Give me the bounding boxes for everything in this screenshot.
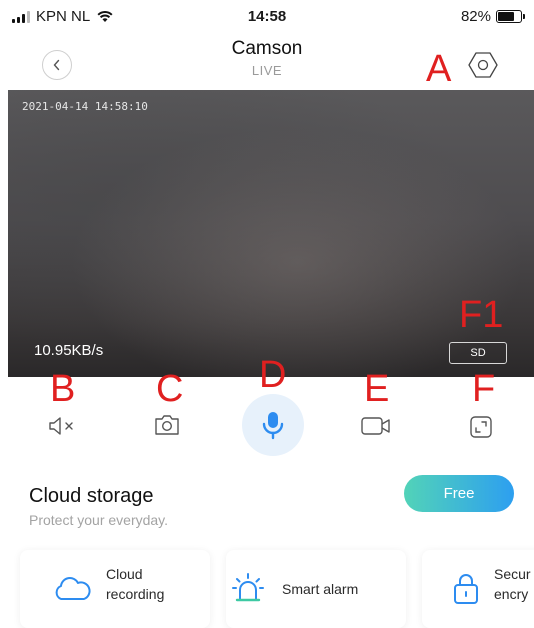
feature-card-cloud-recording[interactable]: Cloud recording — [20, 550, 210, 628]
record-button[interactable] — [358, 412, 394, 440]
lock-icon — [454, 574, 478, 604]
microphone-icon — [262, 412, 284, 440]
feature-label-line1: Secur — [494, 566, 531, 582]
fullscreen-icon — [470, 416, 492, 438]
feature-label-line2: recording — [106, 586, 165, 602]
snapshot-button[interactable] — [150, 410, 184, 440]
camera-icon — [155, 415, 179, 435]
mute-button[interactable] — [46, 412, 80, 440]
feature-label-line1: Smart alarm — [282, 581, 359, 597]
live-video-view[interactable]: 2021-04-14 14:58:10 F1 10.95KB/s SD — [8, 90, 534, 377]
free-trial-button[interactable]: Free — [404, 475, 514, 512]
annotation-d: D — [259, 354, 287, 396]
page-title: Camson — [231, 38, 303, 59]
settings-button[interactable] — [466, 48, 500, 82]
annotation-b: B — [50, 368, 76, 410]
talk-button[interactable] — [242, 394, 304, 456]
cloud-storage-title: Cloud storage — [29, 485, 154, 507]
annotation-f1: F1 — [459, 294, 504, 336]
hexagon-settings-icon — [468, 52, 498, 78]
video-timestamp: 2021-04-14 14:58:10 — [22, 100, 148, 113]
annotation-e: E — [364, 368, 390, 410]
cloud-icon — [55, 577, 91, 600]
annotation-a: A — [426, 48, 452, 90]
alarm-light-icon — [232, 573, 264, 602]
quality-toggle-button[interactable]: SD — [449, 342, 507, 364]
battery-icon — [496, 10, 525, 23]
status-time: 14:58 — [247, 8, 287, 25]
video-camera-icon — [361, 417, 390, 435]
speaker-muted-icon — [49, 417, 73, 435]
annotation-c: C — [156, 368, 184, 410]
feature-label: Secur encry — [494, 564, 531, 604]
feature-label-line1: Cloud — [106, 566, 143, 582]
feature-card-smart-alarm[interactable]: Smart alarm — [226, 550, 406, 628]
status-bar: KPN NL 14:58 82% — [0, 0, 534, 30]
status-right: 82% — [460, 8, 525, 25]
battery-level — [498, 12, 515, 21]
bitrate-label: 10.95KB/s — [34, 342, 104, 359]
feature-label: Cloud recording — [106, 564, 164, 604]
annotation-f: F — [472, 368, 496, 410]
cloud-storage-subtitle: Protect your everyday. — [29, 512, 169, 528]
feature-card-security[interactable]: Secur encry — [422, 550, 534, 628]
fullscreen-button[interactable] — [466, 412, 496, 442]
battery-percent: 82% — [460, 8, 491, 25]
live-status: LIVE — [251, 63, 283, 78]
feature-label-line2: encry — [494, 586, 529, 602]
